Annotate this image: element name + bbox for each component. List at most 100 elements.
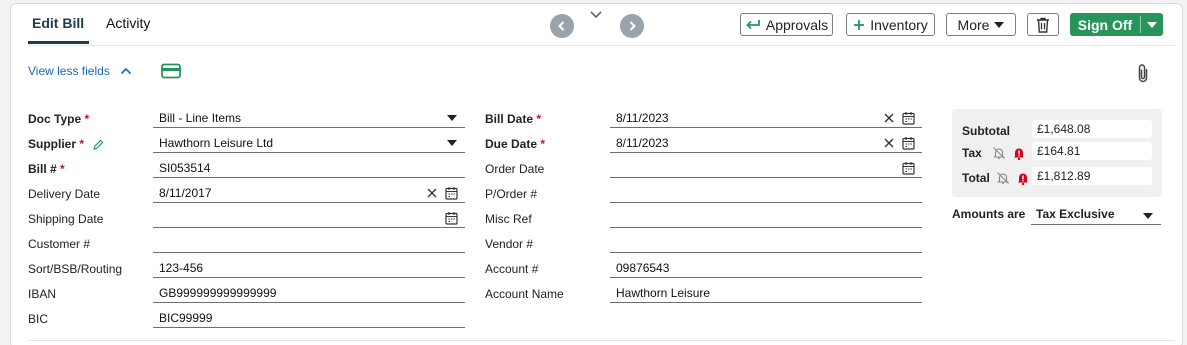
sign-off-button[interactable]: Sign Off (1070, 13, 1140, 36)
iban-input[interactable]: GB999999999999999 (153, 285, 465, 303)
bell-off-icon[interactable] (996, 171, 1010, 185)
delivery-date-label: Delivery Date (28, 187, 101, 201)
calendar-icon[interactable] (902, 161, 915, 175)
bill-date-label: Bill Date * (485, 112, 541, 126)
doc-type-label-text: Doc Type (28, 112, 82, 126)
trash-icon (1037, 17, 1049, 33)
bill-date-input[interactable]: 8/11/2023 (610, 110, 922, 128)
chevron-up-icon (120, 67, 131, 75)
chevron-left-icon (558, 21, 565, 31)
amounts-are-label: Amounts are (952, 207, 1026, 221)
totals-panel: Subtotal £1,648.08 Tax £164.81 Total £1,… (952, 109, 1162, 197)
delivery-date-value: 8/11/2017 (159, 186, 212, 200)
next-bill-button[interactable] (620, 14, 644, 38)
customer-number-input[interactable] (153, 235, 465, 253)
approvals-button[interactable]: Approvals (740, 13, 833, 36)
previous-bill-button[interactable] (550, 14, 574, 38)
caret-down-icon (447, 115, 457, 121)
required-star: * (79, 137, 85, 151)
doc-type-select[interactable]: Bill - Line Items (153, 110, 465, 128)
required-star: * (60, 162, 65, 176)
bic-value: BIC99999 (159, 311, 213, 325)
chevron-down-icon[interactable] (589, 9, 603, 21)
sort-bsb-routing-input[interactable]: 123-456 (153, 260, 465, 278)
iban-value: GB999999999999999 (159, 286, 277, 300)
calendar-icon[interactable] (902, 136, 915, 150)
vendor-number-input[interactable] (610, 235, 922, 253)
plus-icon (854, 19, 865, 30)
clear-icon[interactable] (883, 112, 895, 124)
bill-number-input[interactable]: SI053514 (153, 160, 465, 178)
misc-ref-input[interactable] (610, 210, 922, 228)
account-name-value: Hawthorn Leisure (616, 286, 711, 300)
chevron-right-icon (629, 21, 636, 31)
sort-bsb-routing-label: Sort/BSB/Routing (28, 262, 123, 276)
required-star: * (84, 112, 90, 126)
approvals-label: Approvals (765, 16, 829, 33)
approval-return-icon (746, 19, 760, 29)
bill-number-value: SI053514 (159, 161, 211, 175)
tab-edit-bill[interactable]: Edit Bill (32, 15, 84, 31)
view-less-fields-label: View less fields (28, 64, 110, 78)
inventory-label: Inventory (870, 16, 928, 33)
delete-button[interactable] (1027, 13, 1059, 36)
caret-down-icon (994, 21, 1005, 28)
delivery-date-input[interactable]: 8/11/2017 (153, 185, 465, 203)
vendor-number-label: Vendor # (485, 237, 534, 251)
tax-label: Tax (962, 146, 1026, 160)
sign-off-split-button: Sign Off (1070, 13, 1163, 36)
pencil-icon[interactable] (92, 139, 104, 151)
subtotal-value: £1,648.08 (1032, 120, 1152, 138)
calendar-icon[interactable] (445, 186, 458, 200)
bic-input[interactable]: BIC99999 (153, 310, 465, 328)
required-star: * (536, 112, 542, 126)
doc-type-label: Doc Type * (28, 112, 89, 126)
tax-label-text: Tax (962, 146, 982, 160)
view-less-fields-link[interactable]: View less fields (28, 64, 132, 78)
amounts-are-select[interactable]: Tax Exclusive (1031, 207, 1161, 225)
bill-number-label: Bill # * (28, 162, 65, 176)
supplier-label-text: Supplier (28, 137, 77, 151)
calendar-icon[interactable] (902, 111, 915, 125)
supplier-select[interactable]: Hawthorn Leisure Ltd (153, 135, 465, 153)
order-date-label: Order Date (485, 162, 545, 176)
shipping-date-input[interactable] (153, 210, 465, 228)
due-date-label: Due Date * (485, 137, 545, 151)
amounts-are-value: Tax Exclusive (1036, 207, 1115, 221)
tab-activity[interactable]: Activity (106, 15, 150, 31)
clear-icon[interactable] (883, 137, 895, 149)
total-label-text: Total (962, 171, 990, 185)
doc-type-value: Bill - Line Items (159, 111, 242, 125)
required-star: * (540, 137, 546, 151)
account-number-value: 09876543 (616, 261, 670, 275)
inventory-button[interactable]: Inventory (846, 13, 935, 36)
subtotal-label-text: Subtotal (962, 124, 1010, 138)
account-name-input[interactable]: Hawthorn Leisure (610, 285, 922, 303)
tax-value: £164.81 (1032, 142, 1152, 160)
calendar-icon[interactable] (445, 211, 458, 225)
more-label: More (957, 16, 990, 33)
subtotal-label: Subtotal (962, 124, 1010, 138)
order-date-input[interactable] (610, 160, 922, 178)
iban-label: IBAN (28, 287, 57, 301)
due-date-value: 8/11/2023 (616, 136, 669, 150)
purchase-order-input[interactable] (610, 185, 922, 203)
caret-down-icon (447, 140, 457, 146)
bell-off-icon[interactable] (992, 146, 1006, 160)
sign-off-menu-button[interactable] (1141, 13, 1163, 36)
more-button[interactable]: More (946, 13, 1016, 36)
account-name-label: Account Name (485, 287, 564, 301)
due-date-input[interactable]: 8/11/2023 (610, 135, 922, 153)
account-number-input[interactable]: 09876543 (610, 260, 922, 278)
purchase-order-label: P/Order # (485, 187, 538, 201)
paperclip-icon[interactable] (1136, 63, 1150, 83)
bottom-divider (28, 340, 1175, 341)
bell-alert-icon[interactable] (1016, 171, 1030, 185)
caret-down-icon (1143, 213, 1153, 219)
bell-alert-icon[interactable] (1012, 146, 1026, 160)
sort-bsb-routing-value: 123-456 (159, 261, 204, 275)
clear-icon[interactable] (426, 187, 438, 199)
edit-bill-panel: Edit Bill Activity Approvals Inventory M… (10, 3, 1183, 345)
bill-number-label-text: Bill # (28, 162, 57, 176)
credit-card-icon[interactable] (161, 63, 181, 79)
